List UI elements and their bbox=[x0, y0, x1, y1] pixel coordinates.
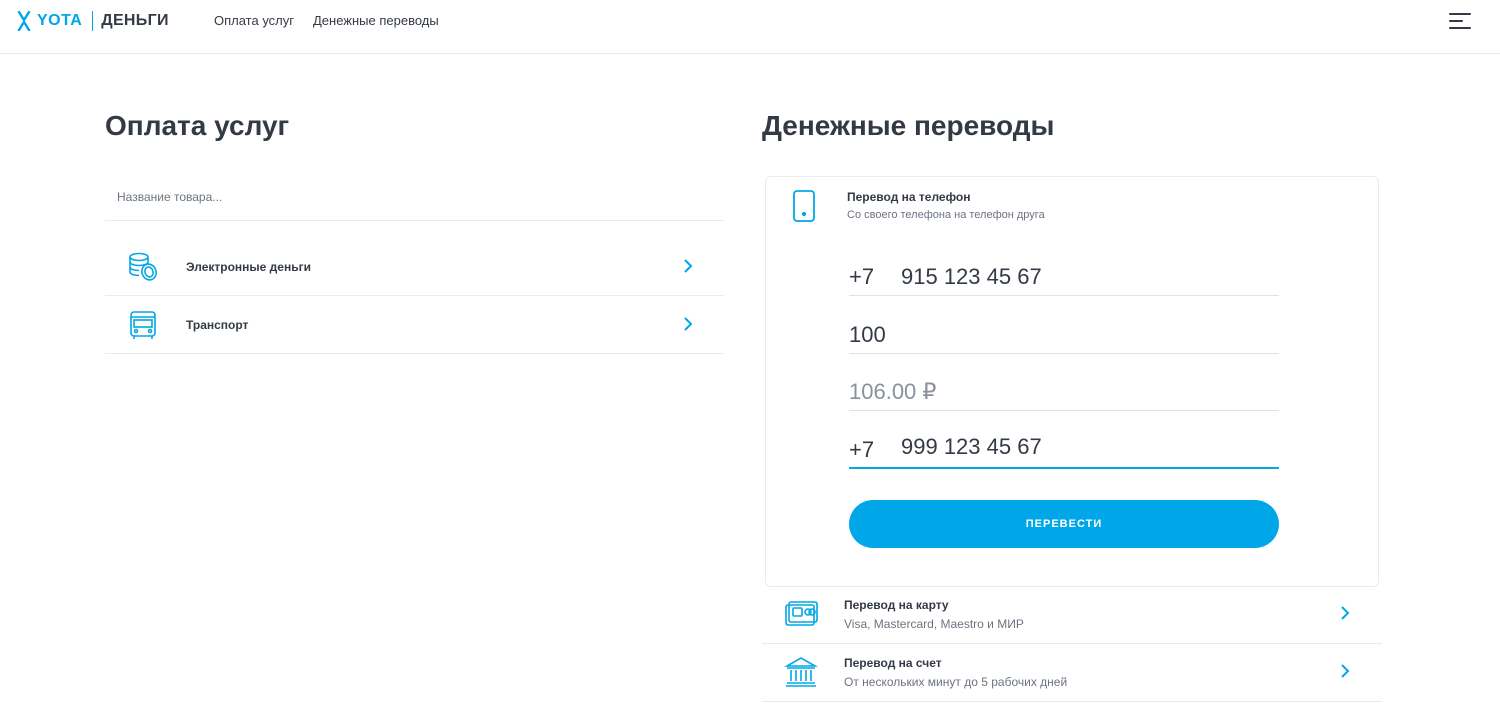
yota-logo-icon bbox=[17, 11, 31, 31]
service-item-e-money[interactable]: Электронные деньги bbox=[105, 238, 724, 296]
service-item-transport[interactable]: Транспорт bbox=[105, 296, 724, 354]
chevron-right-icon bbox=[684, 259, 693, 273]
coins-icon bbox=[129, 252, 157, 281]
service-label: Транспорт bbox=[186, 318, 249, 332]
country-code: +7 bbox=[849, 264, 875, 289]
card-icon bbox=[785, 601, 818, 626]
transfer-button[interactable]: ПЕРЕВЕСТИ bbox=[849, 500, 1279, 548]
total-value: 106.00 ₽ bbox=[849, 379, 937, 404]
transfer-item-subtitle: Visa, Mastercard, Maestro и МИР bbox=[844, 617, 1024, 631]
bank-icon bbox=[784, 657, 818, 687]
search-field[interactable] bbox=[105, 176, 724, 221]
transfer-item-subtitle: От нескольких минут до 5 рабочих дней bbox=[844, 675, 1068, 689]
phone-transfer-title: Перевод на телефон bbox=[847, 190, 971, 204]
nav-link-services[interactable]: Оплата услуг bbox=[214, 13, 294, 28]
transfers-title: Денежные переводы bbox=[762, 110, 1055, 141]
chevron-right-icon bbox=[684, 317, 693, 331]
logo-divider bbox=[92, 11, 94, 31]
nav-link-transfers[interactable]: Денежные переводы bbox=[313, 13, 439, 28]
transfer-item-card[interactable]: Перевод на карту Visa, Mastercard, Maest… bbox=[762, 586, 1382, 644]
logo[interactable]: YOTA ДЕНЬГИ bbox=[17, 10, 169, 32]
country-code: +7 bbox=[849, 437, 875, 462]
phone-transfer-subtitle: Со своего телефона на телефон друга bbox=[847, 209, 1045, 221]
service-label: Электронные деньги bbox=[186, 260, 311, 274]
total-field: 106.00 ₽ bbox=[849, 371, 1279, 411]
phone-transfer-card: Перевод на телефон Со своего телефона на… bbox=[765, 176, 1379, 587]
sender-phone-field[interactable]: +7 915 123 45 67 bbox=[849, 256, 1279, 296]
transfer-item-title: Перевод на счет bbox=[844, 656, 942, 670]
transfer-item-account[interactable]: Перевод на счет От нескольких минут до 5… bbox=[762, 644, 1382, 702]
chevron-right-icon bbox=[1341, 664, 1350, 678]
hamburger-icon[interactable] bbox=[1449, 13, 1471, 29]
header: YOTA ДЕНЬГИ Оплата услуг Денежные перево… bbox=[0, 0, 1500, 54]
bus-icon bbox=[130, 311, 156, 339]
recipient-phone-value[interactable]: 999 123 45 67 bbox=[901, 434, 1042, 460]
phone-icon bbox=[793, 190, 815, 222]
sender-phone-value[interactable]: 915 123 45 67 bbox=[901, 264, 1042, 290]
chevron-right-icon bbox=[1341, 606, 1350, 620]
services-title: Оплата услуг bbox=[105, 110, 290, 141]
logo-product: ДЕНЬГИ bbox=[101, 12, 169, 29]
amount-value[interactable]: 100 bbox=[849, 322, 886, 348]
search-input[interactable] bbox=[117, 190, 707, 204]
recipient-phone-field[interactable]: +7 999 123 45 67 bbox=[849, 429, 1279, 469]
transfer-item-title: Перевод на карту bbox=[844, 598, 949, 612]
logo-brand: YOTA bbox=[37, 12, 83, 29]
amount-field[interactable]: 100 bbox=[849, 314, 1279, 354]
